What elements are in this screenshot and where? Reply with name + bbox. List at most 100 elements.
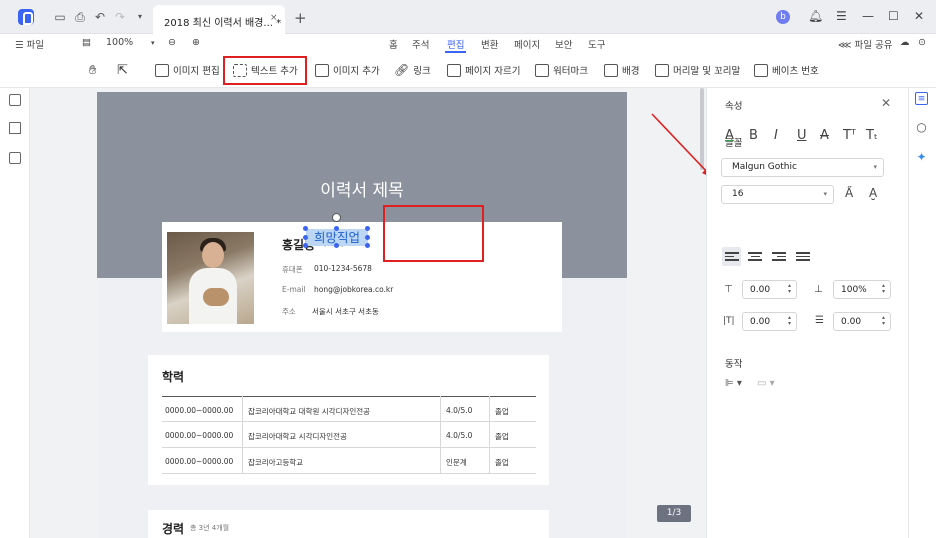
font-family-select[interactable]: Malgun Gothic ▾ — [721, 158, 884, 177]
cell-status: 졸업 — [495, 458, 509, 467]
resume-title[interactable]: 이력서 제목 — [97, 176, 627, 201]
search-icon[interactable]: ○ — [915, 121, 928, 134]
crop-page-button[interactable]: 페이지 자르기 — [447, 61, 520, 79]
char-spacing-input[interactable]: 0.00 ▴ ▾ — [742, 280, 797, 299]
tab-annotate[interactable]: 주석 — [412, 37, 429, 51]
zoom-level[interactable]: 100% — [106, 37, 133, 48]
phone-label[interactable]: 휴대폰 — [282, 264, 303, 275]
table-row[interactable]: 0000.00~0000.00 잡코리아대학교 대학원 시각디자인전공 4.0/… — [162, 396, 536, 422]
crop-label: 페이지 자르기 — [465, 66, 521, 77]
align-left-icon[interactable] — [725, 252, 739, 264]
zoom-in-icon[interactable]: ⊕ — [192, 37, 200, 48]
hand-tool-icon[interactable]: ✋︎ — [89, 61, 96, 79]
link-button[interactable]: 🔗︎ 링크 — [394, 61, 431, 79]
increase-font-icon[interactable]: A̋ — [845, 186, 853, 200]
resize-handle-right[interactable] — [365, 235, 370, 240]
new-tab-button[interactable]: + — [294, 9, 307, 27]
highlight-box-text — [383, 205, 484, 262]
resize-handle-top-right[interactable] — [365, 226, 370, 231]
decrease-font-icon[interactable]: A̮ — [869, 186, 877, 200]
panel-close-icon[interactable]: ✕ — [881, 96, 891, 110]
tab-tools[interactable]: 도구 — [588, 37, 605, 51]
line-spacing-input[interactable]: 0.00 ▴ ▾ — [742, 312, 797, 331]
profile-photo[interactable] — [167, 232, 254, 324]
distribute-objects-icon[interactable]: ▭ ▾ — [757, 378, 775, 389]
tab-convert[interactable]: 변환 — [481, 37, 498, 51]
page-view-icon[interactable]: ▤ — [82, 37, 91, 48]
subscript-icon[interactable]: Tₜ — [866, 128, 878, 143]
edit-image-button[interactable]: 이미지 편집 — [155, 61, 220, 79]
document-canvas[interactable]: 이력서 제목 홍길동 여27세 휴대폰 010-1234-5678 E-mail… — [30, 88, 706, 538]
font-size-select[interactable]: 16 ▾ — [721, 185, 834, 204]
select-tool-icon[interactable]: ⇱ — [117, 61, 128, 79]
undo-icon[interactable]: ↶ — [93, 10, 107, 24]
rotate-handle-icon[interactable] — [332, 213, 341, 222]
align-objects-icon[interactable]: ⊫ ▾ — [725, 378, 742, 389]
properties-icon[interactable]: ≡ — [915, 92, 928, 105]
help-icon[interactable]: ⊙ — [918, 37, 926, 48]
minimize-icon[interactable]: — — [862, 9, 874, 23]
bookmark-icon[interactable] — [9, 122, 21, 134]
bell-icon[interactable]: 🔔︎ — [808, 9, 823, 23]
career-title[interactable]: 경력 — [162, 520, 184, 537]
resize-handle-bottom-right[interactable] — [365, 243, 370, 248]
tab-close-button[interactable]: × — [270, 13, 278, 23]
resize-handle-bottom[interactable] — [334, 243, 339, 248]
scale-input[interactable]: 100% ▴ ▾ — [833, 280, 891, 299]
align-justify-icon[interactable] — [796, 252, 810, 264]
thumbnail-icon[interactable] — [9, 94, 21, 106]
save-icon[interactable]: ▭ — [53, 10, 67, 24]
comment-icon[interactable] — [9, 152, 21, 164]
bold-icon[interactable]: B — [749, 128, 758, 143]
zoom-out-icon[interactable]: ⊖ — [168, 37, 176, 48]
italic-icon[interactable]: I — [774, 128, 778, 143]
watermark-button[interactable]: 워터마크 — [535, 61, 588, 79]
stepper-arrows-icon[interactable]: ▴ ▾ — [788, 315, 791, 327]
tab-edit[interactable]: 편집 — [444, 37, 468, 53]
background-button[interactable]: 배경 — [604, 61, 639, 79]
resize-handle-left[interactable] — [303, 235, 308, 240]
redo-icon[interactable]: ↷ — [113, 10, 127, 24]
cloud-icon[interactable]: ☁ — [900, 37, 910, 48]
file-menu[interactable]: ☰ 파일 — [15, 37, 44, 51]
stepper-arrows-icon[interactable]: ▴ ▾ — [882, 283, 885, 295]
menu-icon[interactable]: ☰ — [836, 9, 847, 23]
font-color-icon[interactable]: A — [725, 128, 734, 143]
crop-icon — [447, 63, 461, 77]
underline-icon[interactable]: U — [797, 128, 807, 143]
document-tab[interactable]: 2018 최신 이력서 배경... * — [153, 5, 285, 34]
phone-value[interactable]: 010-1234-5678 — [314, 264, 372, 273]
address-value[interactable]: 서울시 서초구 서초동 — [312, 306, 379, 317]
align-right-icon[interactable] — [772, 252, 786, 264]
paragraph-spacing-input[interactable]: 0.00 ▴ ▾ — [833, 312, 891, 331]
tab-page[interactable]: 페이지 — [514, 37, 540, 51]
quick-access-dropdown-icon[interactable]: ▾ — [133, 10, 147, 24]
tab-security[interactable]: 보안 — [555, 37, 572, 51]
add-image-button[interactable]: 이미지 추가 — [315, 61, 380, 79]
stepper-arrows-icon[interactable]: ▴ ▾ — [788, 283, 791, 295]
email-value[interactable]: hong@jobkorea.co.kr — [314, 285, 393, 294]
user-avatar[interactable]: b — [776, 10, 790, 24]
resize-handle-bottom-left[interactable] — [303, 243, 308, 248]
header-footer-button[interactable]: 머리말 및 꼬리말 — [655, 61, 740, 79]
email-label[interactable]: E-mail — [282, 285, 306, 294]
bates-number-button[interactable]: 베이츠 번호 — [754, 61, 819, 79]
zoom-dropdown-icon[interactable]: ▾ — [151, 39, 155, 47]
print-icon[interactable]: ⎙ — [73, 10, 87, 24]
education-title[interactable]: 학력 — [162, 368, 184, 385]
resize-handle-top[interactable] — [334, 226, 339, 231]
strikethrough-icon[interactable]: A — [820, 128, 829, 143]
table-row[interactable]: 0000.00~0000.00 잡코리아고등학교 인문계 졸업 — [162, 448, 536, 474]
tab-home[interactable]: 홈 — [389, 37, 398, 51]
share-button[interactable]: ⋘ 파일 공유 — [838, 37, 893, 51]
close-icon[interactable]: ✕ — [914, 9, 924, 23]
address-label[interactable]: 주소 — [282, 306, 296, 317]
align-center-icon[interactable] — [748, 252, 762, 264]
stepper-arrows-icon[interactable]: ▴ ▾ — [882, 315, 885, 327]
superscript-icon[interactable]: Tᵀ — [843, 128, 856, 143]
table-row[interactable]: 0000.00~0000.00 잡코리아대학교 시각디자인전공 4.0/5.0 … — [162, 422, 536, 448]
maximize-icon[interactable]: ☐ — [888, 9, 899, 23]
resize-handle-top-left[interactable] — [303, 226, 308, 231]
career-subtitle[interactable]: 총 3년 4개월 — [190, 523, 229, 533]
ai-sparkle-icon[interactable]: ✦ — [915, 151, 928, 164]
